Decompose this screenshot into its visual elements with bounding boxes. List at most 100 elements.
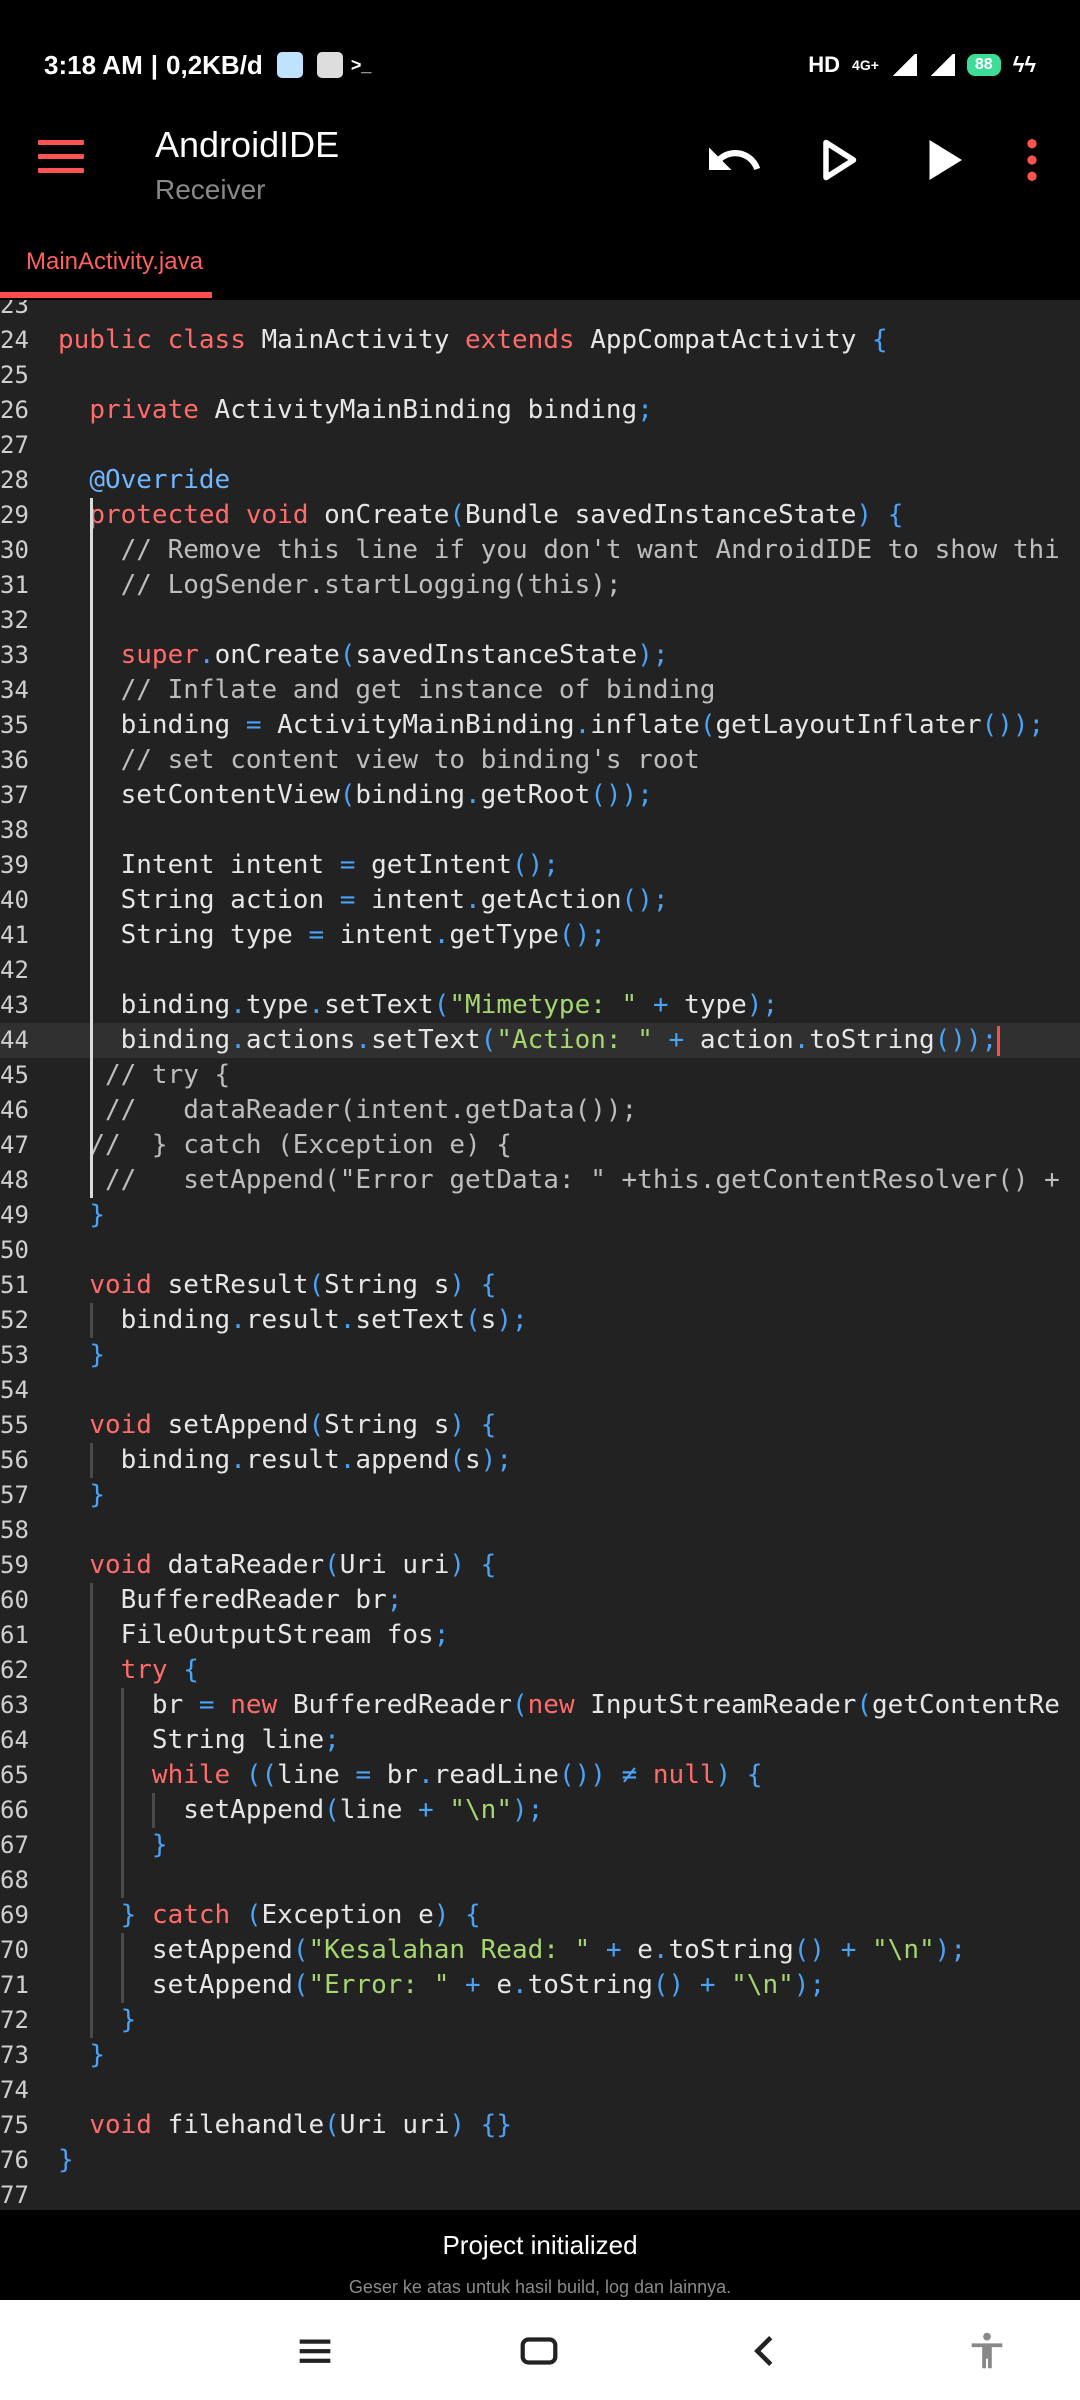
code-line[interactable]: 34 // Inflate and get instance of bindin… bbox=[0, 673, 1080, 708]
code-line[interactable]: 35 binding = ActivityMainBinding.inflate… bbox=[0, 708, 1080, 743]
code-line[interactable]: 70 setAppend("Kesalahan Read: " + e.toSt… bbox=[0, 1933, 1080, 1968]
line-number: 55 bbox=[0, 1411, 29, 1439]
accessibility-icon[interactable] bbox=[962, 2328, 1012, 2374]
code-text: } catch (Exception e) { bbox=[120, 1900, 481, 1930]
code-line[interactable]: 74 bbox=[0, 2073, 1080, 2108]
code-line[interactable]: 59 void dataReader(Uri uri) { bbox=[0, 1548, 1080, 1583]
code-line[interactable]: 68 bbox=[0, 1863, 1080, 1898]
code-text: // set content view to binding's root bbox=[120, 745, 700, 775]
home-icon[interactable] bbox=[514, 2328, 564, 2374]
code-line[interactable]: 23 bbox=[0, 300, 1080, 323]
code-line[interactable]: 60 BufferedReader br; bbox=[0, 1583, 1080, 1618]
code-line[interactable]: 36 // set content view to binding's root bbox=[0, 743, 1080, 778]
code-line[interactable]: 25 bbox=[0, 358, 1080, 393]
code-line[interactable]: 32 bbox=[0, 603, 1080, 638]
bottom-panel[interactable]: Project initialized Geser ke atas untuk … bbox=[0, 2210, 1080, 2300]
code-line[interactable]: 28 @Override bbox=[0, 463, 1080, 498]
code-line[interactable]: 42 bbox=[0, 953, 1080, 988]
code-line[interactable]: 24 public class MainActivity extends AppC… bbox=[0, 323, 1080, 358]
code-line[interactable]: 64 String line; bbox=[0, 1723, 1080, 1758]
status-bar: 3:18 AM | 0,2KB/d >_ HD 4G+ 88 ϟϟ bbox=[0, 0, 1080, 130]
line-number: 62 bbox=[0, 1656, 29, 1684]
code-line[interactable]: 37 setContentView(binding.getRoot()); bbox=[0, 778, 1080, 813]
code-text: } bbox=[151, 1830, 168, 1860]
app-title: AndroidIDE bbox=[155, 124, 340, 165]
line-number: 29 bbox=[0, 501, 29, 529]
line-number: 30 bbox=[0, 536, 29, 564]
code-line[interactable]: 57 } bbox=[0, 1478, 1080, 1513]
more-vert-icon[interactable] bbox=[1004, 130, 1060, 190]
code-line[interactable]: 72 } bbox=[0, 2003, 1080, 2038]
code-line[interactable]: 48 // setAppend("Error getData: " +this.… bbox=[0, 1163, 1080, 1198]
code-line[interactable]: 55 void setAppend(String s) { bbox=[0, 1408, 1080, 1443]
code-text: setAppend(line + "\n"); bbox=[58, 1795, 544, 1825]
code-line[interactable]: 51 void setResult(String s) { bbox=[0, 1268, 1080, 1303]
code-line[interactable]: 76} bbox=[0, 2143, 1080, 2178]
code-text: BufferedReader br; bbox=[58, 1585, 403, 1615]
code-line[interactable]: 49 } bbox=[0, 1198, 1080, 1233]
indent-guide bbox=[90, 498, 93, 1198]
code-line[interactable]: 27 bbox=[0, 428, 1080, 463]
code-text: setContentView(binding.getRoot()); bbox=[58, 780, 653, 810]
recents-icon[interactable] bbox=[290, 2328, 340, 2374]
menu-icon[interactable] bbox=[38, 140, 84, 176]
line-number: 35 bbox=[0, 711, 29, 739]
code-line[interactable]: 53 } bbox=[0, 1338, 1080, 1373]
charging-icon: ϟϟ bbox=[1012, 52, 1036, 77]
code-line[interactable]: 69 } catch (Exception e) { bbox=[0, 1898, 1080, 1933]
code-line[interactable]: 33 super.onCreate(savedInstanceState); bbox=[0, 638, 1080, 673]
code-line[interactable]: 41 String type = intent.getType(); bbox=[0, 918, 1080, 953]
run-icon[interactable] bbox=[912, 130, 972, 190]
line-number: 36 bbox=[0, 746, 29, 774]
code-line[interactable]: 29 protected void onCreate(Bundle savedI… bbox=[0, 498, 1080, 533]
indent-guide bbox=[121, 1688, 124, 1898]
code-line[interactable]: 30 // Remove this line if you don't want… bbox=[0, 533, 1080, 568]
code-line[interactable]: 66 setAppend(line + "\n"); bbox=[0, 1793, 1080, 1828]
line-number: 61 bbox=[0, 1621, 29, 1649]
app-subtitle: Receiver bbox=[155, 174, 266, 205]
code-line[interactable]: 75 void filehandle(Uri uri) {} bbox=[0, 2108, 1080, 2143]
code-text: String action = intent.getAction(); bbox=[58, 885, 669, 915]
line-number: 23 bbox=[0, 300, 29, 319]
code-text: Intent intent = getIntent(); bbox=[58, 850, 559, 880]
code-line[interactable]: 65 while ((line = br.readLine()) ≠ null)… bbox=[0, 1758, 1080, 1793]
code-line[interactable]: 62 try { bbox=[0, 1653, 1080, 1688]
code-line[interactable]: 47 // } catch (Exception e) { bbox=[0, 1128, 1080, 1163]
code-line[interactable]: 52 binding.result.setText(s); bbox=[0, 1303, 1080, 1338]
code-line[interactable]: 73 } bbox=[0, 2038, 1080, 2073]
line-number: 69 bbox=[0, 1901, 29, 1929]
network-type: 4G+ bbox=[852, 57, 879, 73]
code-line[interactable]: 31 // LogSender.startLogging(this); bbox=[0, 568, 1080, 603]
code-line[interactable]: 38 bbox=[0, 813, 1080, 848]
code-line[interactable]: 63 br = new BufferedReader(new InputStre… bbox=[0, 1688, 1080, 1723]
code-line[interactable]: 44 binding.actions.setText("Action: " + … bbox=[0, 1023, 1080, 1058]
code-line[interactable]: 61 FileOutputStream fos; bbox=[0, 1618, 1080, 1653]
code-line[interactable]: 43 binding.type.setText("Mimetype: " + t… bbox=[0, 988, 1080, 1023]
indent-guide bbox=[121, 1933, 124, 2003]
code-line[interactable]: 39 Intent intent = getIntent(); bbox=[0, 848, 1080, 883]
line-number: 27 bbox=[0, 431, 29, 459]
code-line[interactable]: 71 setAppend("Error: " + e.toString() + … bbox=[0, 1968, 1080, 2003]
undo-icon[interactable] bbox=[704, 130, 764, 190]
run-outline-icon[interactable] bbox=[806, 130, 866, 190]
code-text: @Override bbox=[89, 465, 231, 495]
code-line[interactable]: 40 String action = intent.getAction(); bbox=[0, 883, 1080, 918]
code-line[interactable]: 56 binding.result.append(s); bbox=[0, 1443, 1080, 1478]
code-line[interactable]: 45 // try { bbox=[0, 1058, 1080, 1093]
tab-main-activity[interactable]: MainActivity.java bbox=[26, 248, 203, 276]
back-icon[interactable] bbox=[740, 2328, 790, 2374]
code-line[interactable]: 77 bbox=[0, 2178, 1080, 2210]
code-text: } bbox=[89, 1200, 105, 1230]
code-text: String type = intent.getType(); bbox=[58, 920, 606, 950]
code-line[interactable]: 46 // dataReader(intent.getData()); bbox=[0, 1093, 1080, 1128]
code-editor[interactable]: 23 24 public class MainActivity extends Ap… bbox=[0, 300, 1080, 2210]
line-number: 71 bbox=[0, 1971, 29, 1999]
line-number: 64 bbox=[0, 1726, 29, 1754]
code-text: super.onCreate(savedInstanceState); bbox=[120, 640, 669, 670]
code-line[interactable]: 26 private ActivityMainBinding binding; bbox=[0, 393, 1080, 428]
code-line[interactable]: 50 bbox=[0, 1233, 1080, 1268]
code-line[interactable]: 58 bbox=[0, 1513, 1080, 1548]
code-line[interactable]: 67 } bbox=[0, 1828, 1080, 1863]
indent-guide bbox=[90, 1443, 93, 1478]
code-line[interactable]: 54 bbox=[0, 1373, 1080, 1408]
